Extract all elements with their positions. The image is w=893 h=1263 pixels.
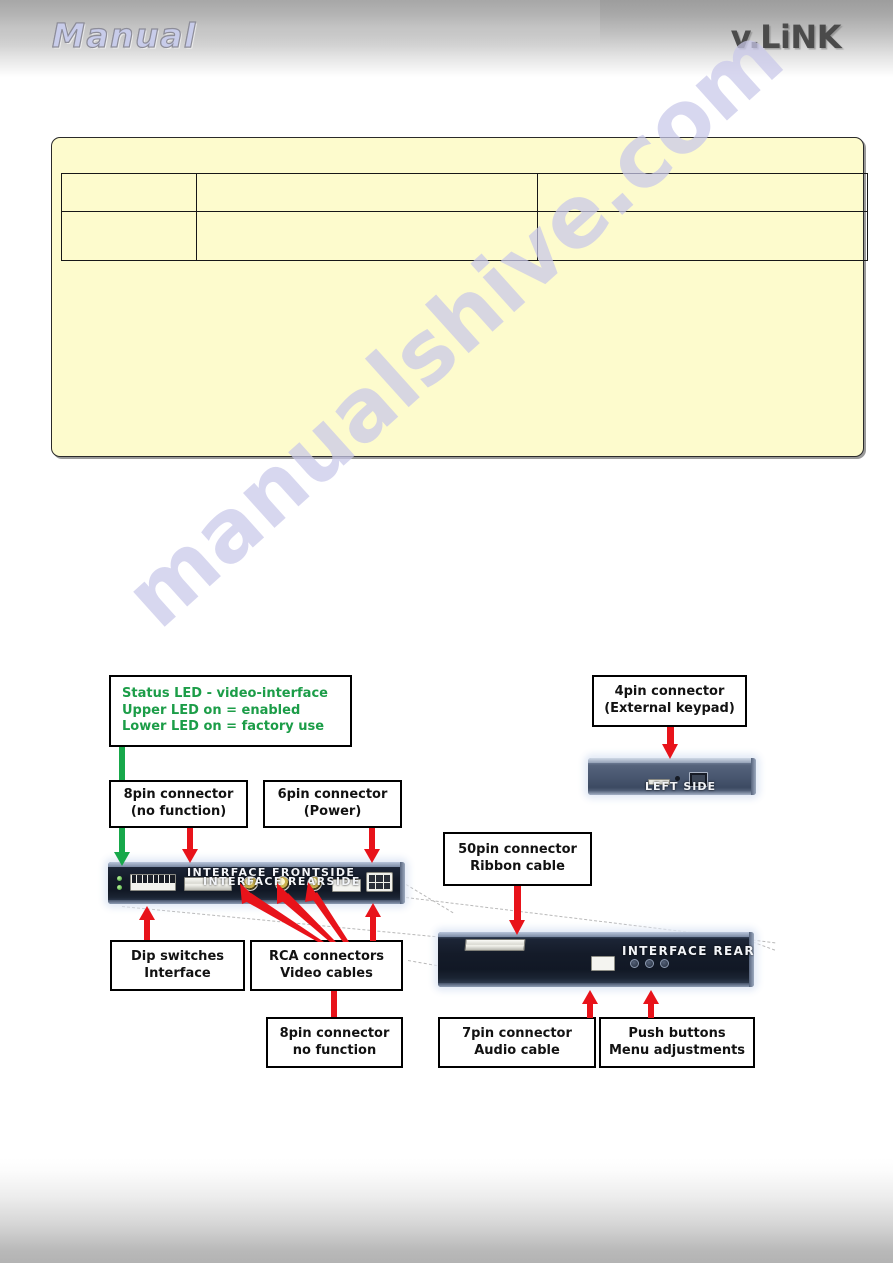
dip-switch[interactable] [131, 875, 136, 883]
pin [376, 875, 383, 882]
interface-leftside-board: LEFT SIDE [588, 758, 756, 795]
pin8-top-line1: 8pin connector [123, 787, 234, 803]
label-8pin-no-function-bottom: 8pin connector no function [266, 1017, 403, 1068]
status-led-connector-line [119, 747, 125, 780]
pin8-top-line2: (no function) [130, 804, 227, 819]
arrow-rca-fan [240, 882, 349, 942]
pin8-bottom-line2: no function [292, 1042, 377, 1058]
leftside-board-surface: LEFT SIDE [588, 758, 756, 795]
pin [376, 882, 383, 889]
pin [383, 882, 390, 889]
label-50pin-ribbon: 50pin connector Ribbon cable [443, 832, 592, 886]
pin4-keypad-line2: (External keypad) [604, 701, 735, 716]
push-button-2[interactable] [645, 959, 654, 968]
arrow-shaft-8pin-bottom [331, 991, 337, 1017]
arrow-4pin-keypad [662, 744, 679, 759]
pin50-line2: Ribbon cable [470, 859, 565, 874]
pin4-keypad-line1: 4pin connector [614, 684, 725, 700]
status-led-connector-line [119, 828, 125, 854]
dip-switch[interactable] [142, 875, 147, 883]
arrow-50pin [509, 920, 526, 935]
status-led-arrow [114, 852, 130, 866]
dip-switch[interactable] [164, 875, 169, 883]
arrow-push-buttons [643, 990, 659, 1004]
dip-line2: Interface [144, 965, 211, 981]
board-side-edge [749, 932, 754, 987]
label-4pin-external-keypad: 4pin connector (External keypad) [592, 675, 747, 727]
arrow-7pin-audio [582, 990, 598, 1004]
7pin-audio-connector [591, 956, 615, 971]
status-led-line1: Status LED - video-interface [122, 686, 328, 702]
leftside-caption: LEFT SIDE [645, 780, 717, 793]
push-button-3[interactable] [660, 959, 669, 968]
status-led-line3: Lower LED on = factory use [122, 719, 325, 735]
status-led-line2: Upper LED on = enabled [122, 702, 301, 718]
50pin-ribbon-connector [464, 939, 526, 951]
pin6-power-line2: (Power) [303, 804, 362, 819]
label-dip-switches: Dip switches Interface [110, 940, 245, 991]
dip-switch[interactable] [170, 875, 175, 883]
label-push-buttons: Push buttons Menu adjustments [599, 1017, 755, 1068]
rearside-board-surface: INTERFACE REARSIDE [438, 932, 754, 987]
rearside-caption: INTERFACE REARSIDE [622, 944, 754, 958]
pin6-power-line1: 6pin connector [277, 787, 388, 803]
pin8-bottom-line1: 8pin connector [279, 1025, 390, 1041]
arrow-shaft-50pin [514, 886, 521, 922]
dip-line1: Dip switches [130, 948, 224, 964]
arrow-shaft-6pin-power [369, 828, 375, 851]
arrow-6pin-power [364, 849, 380, 863]
arrow-dip-switches [139, 906, 155, 920]
arrow-shaft-dip [144, 919, 150, 940]
dip-switch[interactable] [159, 875, 164, 883]
manual-page: Manual v.LiNK manualshive.com Status LED… [0, 0, 893, 1263]
arrow-8pin-top [182, 849, 198, 863]
label-7pin-audio: 7pin connector Audio cable [438, 1017, 596, 1068]
board-side-edge [751, 758, 756, 795]
arrow-shaft-7pin-audio [587, 1003, 593, 1018]
dip-switch[interactable] [137, 875, 142, 884]
dip-switch-bank[interactable] [130, 874, 176, 891]
push-button-1[interactable] [630, 959, 639, 968]
interface-diagram: Status LED - video-interface Upper LED o… [0, 0, 893, 1263]
status-led-upper [117, 876, 122, 881]
interface-rearside-board: INTERFACE REARSIDE [438, 932, 754, 987]
board-side-edge [400, 862, 405, 904]
label-8pin-no-function-top: 8pin connector (no function) [109, 780, 248, 828]
push-line1: Push buttons [628, 1025, 726, 1041]
pin [383, 875, 390, 882]
rca-line2: Video cables [280, 965, 373, 981]
label-rca-connectors: RCA connectors Video cables [250, 940, 403, 991]
board-top-edge [438, 932, 754, 937]
label-6pin-power: 6pin connector (Power) [263, 780, 402, 828]
pin7-line2: Audio cable [474, 1042, 560, 1058]
pin50-line1: 50pin connector [458, 842, 577, 858]
board-bottom-edge [438, 983, 754, 987]
arrow-shaft-8pin-top [187, 828, 193, 851]
rca-line1: RCA connectors [268, 948, 385, 964]
arrow-rca-vertical [365, 903, 381, 917]
arrow-rca-3-head [305, 882, 320, 902]
arrow-shaft-rca-vertical [370, 916, 376, 941]
status-led-lower [117, 885, 122, 890]
push-line2: Menu adjustments [608, 1042, 746, 1058]
label-status-led: Status LED - video-interface Upper LED o… [109, 675, 352, 747]
pin7-line1: 7pin connector [462, 1025, 572, 1041]
arrow-shaft-push-buttons [648, 1003, 654, 1018]
dip-switch[interactable] [153, 875, 158, 883]
dip-switch[interactable] [148, 875, 153, 884]
